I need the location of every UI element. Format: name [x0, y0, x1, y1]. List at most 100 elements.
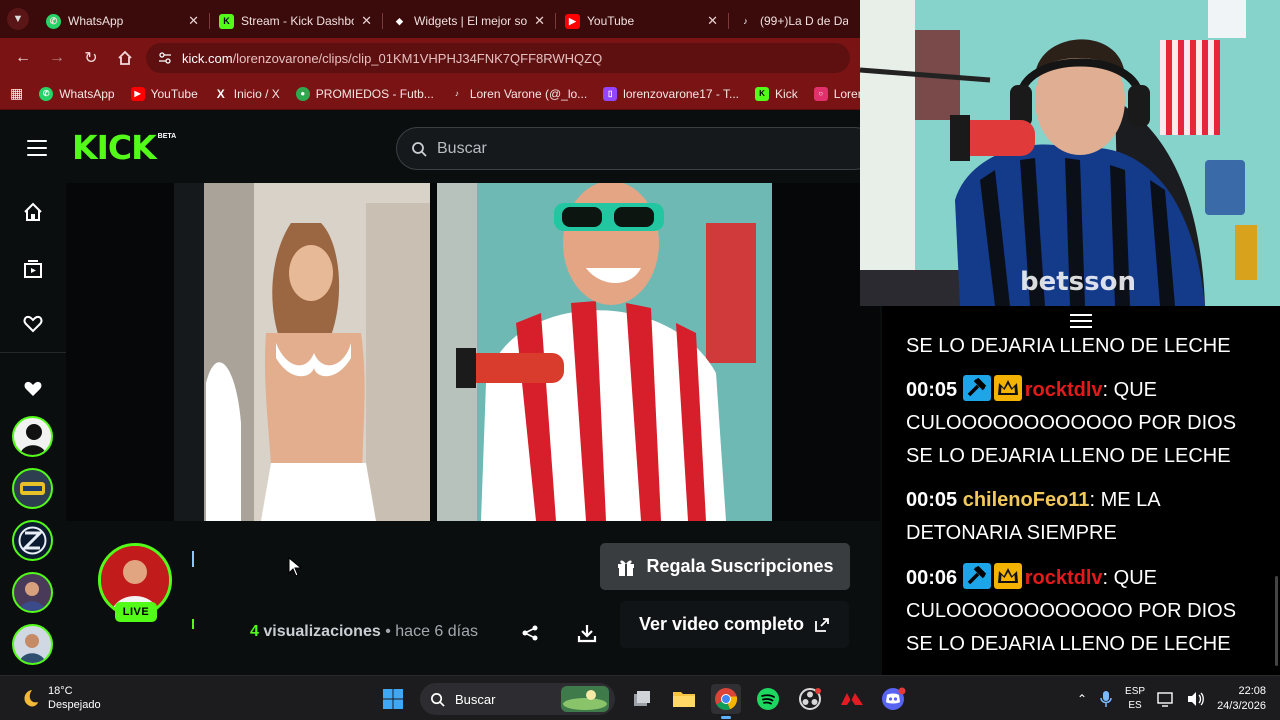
video-frame	[66, 183, 880, 521]
gift-label: Regala Suscripciones	[646, 556, 834, 576]
browser-tab-kick-dashboard[interactable]: K Stream - Kick Dashbo ✕	[209, 4, 382, 38]
bookmark-x[interactable]: X Inicio / X	[214, 87, 280, 101]
kick-logo[interactable]: KICK BETA	[72, 131, 176, 164]
bookmark-label: YouTube	[150, 86, 198, 101]
clip-info-bar: LIVE Regala Suscripciones 4 visualizacio…	[66, 521, 880, 675]
browser-toolbar: ← → ↻ kick.com/lorenzovarone/clips/clip_…	[0, 38, 860, 78]
clip-video-player[interactable]	[66, 183, 880, 521]
site-settings-icon[interactable]	[158, 51, 172, 65]
following-nav-button[interactable]	[19, 310, 47, 338]
home-button[interactable]	[112, 45, 138, 71]
bookmark-label: Inicio / X	[233, 86, 280, 101]
folder-icon	[673, 692, 695, 707]
chat-scrollbar[interactable]	[1275, 576, 1278, 666]
drag-handle-icon[interactable]	[1070, 314, 1092, 328]
taskbar: 18°C Despejado Buscar ⌃ ESP ES 22:08 24/…	[0, 675, 1280, 720]
browser-tab-tiktok[interactable]: ♪ (99+)La D de Davo:	[728, 4, 858, 38]
discord-button[interactable]	[879, 684, 909, 714]
network-icon[interactable]	[1157, 691, 1175, 707]
kick-page: KICK BETA Buscar LIVE Regala Suscripcion…	[0, 110, 880, 675]
bookmark-label: Kick	[775, 86, 798, 101]
bookmark-label: lorenzovarone17 - T...	[623, 86, 740, 101]
kick-sidebar	[0, 182, 66, 675]
spotify-button[interactable]	[753, 684, 783, 714]
home-icon	[118, 50, 132, 65]
temperature: 18°C	[48, 685, 73, 697]
bookmark-twitch[interactable]: ▯ lorenzovarone17 - T...	[603, 86, 740, 101]
clock[interactable]: 22:08 24/3/2026	[1217, 684, 1266, 714]
tab-search-button[interactable]: ▼	[0, 0, 36, 38]
download-button[interactable]	[574, 620, 600, 646]
share-button[interactable]	[518, 621, 542, 645]
chat-username[interactable]: chilenoFeo11	[963, 489, 1090, 511]
followed-channel-avatar[interactable]	[12, 468, 53, 509]
chevron-up-icon[interactable]: ⌃	[1077, 692, 1087, 706]
weather-widget[interactable]: 18°C Despejado	[18, 684, 101, 712]
chat-username[interactable]: rocktdlv	[1025, 379, 1103, 401]
followed-channel-avatar[interactable]	[12, 416, 53, 457]
close-icon[interactable]: ✕	[707, 13, 718, 29]
forward-button[interactable]: →	[44, 45, 70, 71]
download-icon	[577, 625, 597, 643]
obs-icon	[799, 688, 821, 710]
browser-tab-widgets[interactable]: ◆ Widgets | El mejor so ✕	[382, 4, 555, 38]
close-icon[interactable]: ✕	[534, 13, 545, 29]
browse-nav-button[interactable]	[19, 255, 47, 283]
bookmark-promiedos[interactable]: ● PROMIEDOS - Futb...	[295, 86, 434, 101]
apps-grid-icon[interactable]: ▦	[10, 85, 23, 102]
taskbar-search[interactable]: Buscar	[420, 683, 615, 715]
tiktok-icon: ♪	[454, 89, 459, 98]
bookmark-whatsapp[interactable]: ✆ WhatsApp	[39, 86, 115, 101]
views-count: 4	[250, 623, 259, 640]
whatsapp-icon: ✆	[39, 86, 54, 101]
chat-message: 00:05 chilenoFeo11: ME LA DETONARIA SIEM…	[906, 489, 1160, 544]
volume-icon[interactable]	[1187, 691, 1205, 707]
followed-channel-avatar[interactable]	[12, 572, 53, 613]
discord-icon	[882, 687, 906, 710]
close-icon[interactable]: ✕	[361, 13, 372, 29]
webcam-overlay: betsson	[860, 0, 1280, 306]
task-view-button[interactable]	[627, 684, 657, 714]
chat-overlay: SE LO DEJARIA LLENO DE LECHE 00:05 rockt…	[882, 306, 1280, 675]
bookmark-tiktok[interactable]: ♪ Loren Varone (@_lo...	[450, 87, 587, 101]
bookmark-instagram[interactable]: ○ Lorenzov	[813, 86, 860, 101]
heart-icon	[24, 381, 42, 396]
url-path: /lorenzovarone/clips/clip_01KM1VHPHJ34FN…	[232, 50, 603, 66]
back-button[interactable]: ←	[10, 45, 36, 71]
youtube-icon: ▶	[565, 13, 580, 29]
microphone-icon[interactable]	[1099, 690, 1113, 708]
streaming-app-button[interactable]	[837, 684, 867, 714]
chat-username[interactable]: rocktdlv	[1025, 567, 1103, 589]
file-explorer-button[interactable]	[669, 684, 699, 714]
close-icon[interactable]: ✕	[188, 13, 199, 29]
search-highlight-image	[561, 686, 609, 712]
clip-meta: 4 visualizaciones • hace 6 días	[250, 623, 478, 641]
bookmark-youtube[interactable]: ▶ YouTube	[130, 86, 198, 101]
bookmark-kick[interactable]: K Kick	[755, 86, 798, 101]
browser-tab-youtube[interactable]: ▶ YouTube ✕	[555, 4, 728, 38]
start-button[interactable]	[378, 684, 408, 714]
search-icon	[412, 141, 427, 157]
arrow-left-icon: ←	[15, 49, 31, 66]
full-video-button[interactable]: Ver video completo	[620, 601, 849, 648]
reload-button[interactable]: ↻	[78, 45, 104, 71]
views-label: visualizaciones	[263, 623, 381, 640]
avatar-z-icon	[18, 526, 47, 555]
instagram-icon: ○	[813, 86, 828, 101]
language-indicator[interactable]: ESP ES	[1125, 685, 1145, 713]
browser-tab-whatsapp[interactable]: ✆ WhatsApp ✕	[36, 4, 209, 38]
text-caret	[192, 551, 194, 567]
following-section-button[interactable]	[19, 375, 47, 403]
search-input[interactable]: Buscar	[396, 127, 876, 170]
screen: ▼ ✆ WhatsApp ✕ K Stream - Kick Dashbo ✕ …	[0, 0, 1280, 720]
obs-button[interactable]	[795, 684, 825, 714]
menu-icon[interactable]	[27, 140, 47, 156]
home-nav-button[interactable]	[19, 198, 47, 226]
followed-channel-avatar[interactable]	[12, 624, 53, 665]
address-bar[interactable]: kick.com/lorenzovarone/clips/clip_01KM1V…	[146, 43, 850, 73]
gift-subscriptions-button[interactable]: Regala Suscripciones	[600, 543, 850, 590]
chrome-button[interactable]	[711, 684, 741, 719]
tiktok-icon: ♪	[743, 16, 748, 26]
chat-message-text: SE LO DEJARIA LLENO DE LECHE	[906, 335, 1231, 357]
followed-channel-avatar[interactable]	[12, 520, 53, 561]
